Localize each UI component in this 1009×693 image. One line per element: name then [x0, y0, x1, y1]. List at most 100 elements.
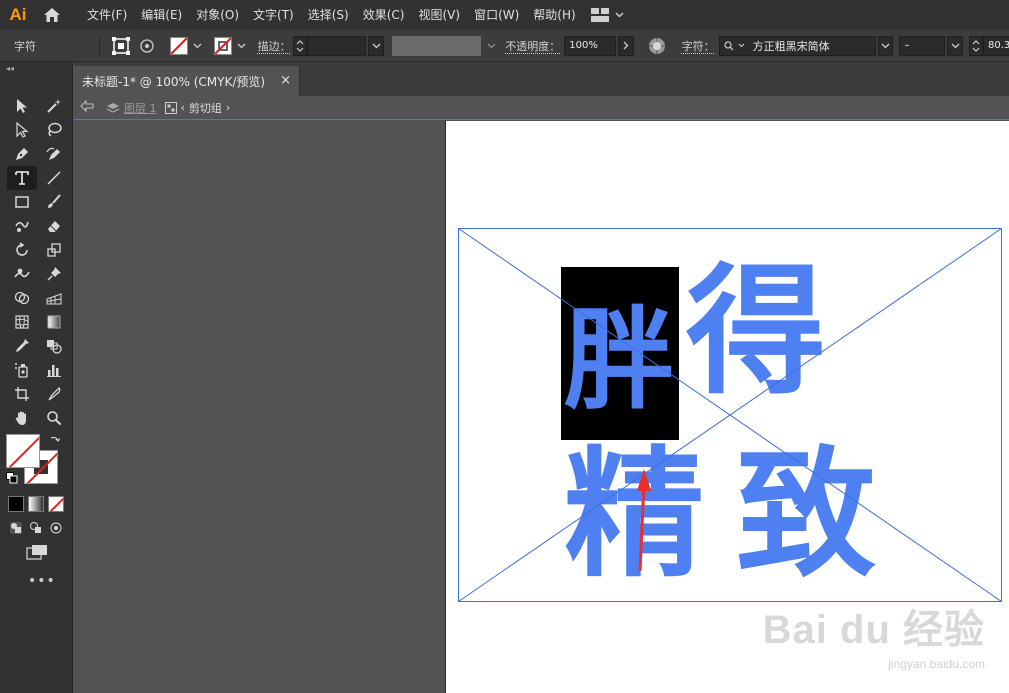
paintbrush-icon — [46, 194, 62, 210]
selection-tool[interactable] — [7, 94, 37, 118]
document-tab[interactable]: 未标题-1* @ 100% (CMYK/预览) × — [74, 66, 300, 96]
font-family-dropdown[interactable] — [878, 36, 894, 56]
canvas-area[interactable]: 胖 得 精 致 Bai du 经验 jingyan.baidu.com — [74, 121, 1009, 693]
menu-file[interactable]: 文件(F) — [80, 0, 134, 30]
draw-normal-button[interactable] — [8, 520, 24, 536]
blend-tool[interactable] — [39, 334, 69, 358]
opacity-input[interactable]: 100% — [564, 36, 616, 56]
font-size-stepper[interactable] — [969, 36, 983, 56]
stroke-weight-input[interactable] — [307, 36, 367, 56]
font-style-input[interactable]: – — [899, 36, 945, 56]
swap-arrows-icon — [50, 435, 60, 445]
menu-edit[interactable]: 编辑(E) — [134, 0, 189, 30]
home-button[interactable] — [36, 0, 68, 30]
eraser-icon — [46, 218, 62, 234]
eraser-tool[interactable] — [39, 214, 69, 238]
stroke-weight-stepper[interactable] — [293, 36, 307, 56]
menu-select[interactable]: 选择(S) — [301, 0, 356, 30]
profile-dropdown[interactable] — [485, 43, 497, 49]
document-tab-title: 未标题-1* @ 100% (CMYK/预览) — [82, 73, 265, 90]
font-style-dropdown[interactable] — [947, 36, 963, 56]
magic-wand-tool[interactable] — [39, 94, 69, 118]
puppet-warp-tool[interactable] — [39, 262, 69, 286]
bar-graph-icon — [46, 362, 62, 378]
opacity-flyout-button[interactable] — [618, 36, 634, 56]
font-size-input[interactable]: 80.3 — [983, 36, 1009, 56]
paintbrush-tool[interactable] — [39, 190, 69, 214]
recolor-artwork-button[interactable] — [646, 35, 668, 57]
home-icon — [43, 7, 61, 23]
fill-dropdown[interactable] — [192, 43, 204, 49]
warp-tool[interactable] — [7, 262, 37, 286]
stroke-label[interactable]: 描边： — [258, 38, 291, 54]
transform-anchor-button[interactable] — [110, 35, 132, 57]
edit-toolbar-button[interactable]: ••• — [28, 573, 72, 589]
breadcrumb-clip-group[interactable]: ‹ 剪切组 › — [165, 100, 231, 116]
line-segment-tool[interactable] — [39, 166, 69, 190]
stroke-color-button[interactable] — [212, 35, 234, 57]
artboard[interactable]: 胖 得 精 致 Bai du 经验 jingyan.baidu.com — [445, 121, 1009, 693]
shaper-tool[interactable] — [7, 214, 37, 238]
symbol-sprayer-tool[interactable] — [7, 358, 37, 382]
shaper-icon — [14, 218, 30, 234]
menu-view[interactable]: 视图(V) — [411, 0, 467, 30]
perspective-grid-tool[interactable] — [39, 286, 69, 310]
color-mode-button[interactable] — [8, 496, 24, 512]
workspace-grid-icon — [591, 8, 609, 22]
collapse-panel-button[interactable]: ◂◂ — [0, 62, 72, 76]
none-mode-button[interactable] — [48, 496, 64, 512]
eyedropper-tool[interactable] — [7, 334, 37, 358]
column-graph-tool[interactable] — [39, 358, 69, 382]
type-tool[interactable] — [7, 166, 37, 190]
no-stroke-swatch-icon — [214, 37, 232, 55]
recolor-button[interactable] — [136, 35, 158, 57]
color-wheel-icon — [648, 37, 666, 55]
document-tab-bar: 未标题-1* @ 100% (CMYK/预览) × — [74, 62, 1009, 96]
arrow-left-icon — [80, 100, 94, 112]
breadcrumb-layer[interactable]: 图层 1 — [106, 100, 157, 116]
layers-icon — [106, 102, 120, 114]
scale-tool[interactable] — [39, 238, 69, 262]
default-fill-stroke-button[interactable] — [6, 472, 18, 487]
menu-help[interactable]: 帮助(H) — [526, 0, 582, 30]
stroke-dropdown[interactable] — [236, 43, 248, 49]
lasso-tool[interactable] — [39, 118, 69, 142]
draw-inside-icon — [49, 521, 63, 535]
direct-selection-tool[interactable] — [7, 118, 37, 142]
curvature-tool[interactable] — [39, 142, 69, 166]
draw-inside-button[interactable] — [48, 520, 64, 536]
screen-mode-button[interactable] — [26, 544, 72, 563]
rectangle-tool[interactable] — [7, 190, 37, 214]
back-button[interactable] — [80, 100, 94, 115]
workspace-switcher[interactable] — [591, 8, 624, 22]
rotate-tool[interactable] — [7, 238, 37, 262]
menu-object[interactable]: 对象(O) — [189, 0, 246, 30]
hand-tool[interactable] — [7, 406, 37, 430]
font-family-input[interactable]: 方正粗黑宋简体 — [719, 36, 876, 56]
variable-width-profile[interactable] — [392, 36, 481, 56]
stroke-weight-dropdown[interactable] — [368, 36, 384, 56]
gradient-tool[interactable] — [39, 310, 69, 334]
chevron-down-icon — [487, 43, 496, 49]
swap-fill-stroke-button[interactable] — [50, 434, 60, 448]
close-tab-button[interactable]: × — [280, 73, 291, 88]
menu-type[interactable]: 文字(T) — [246, 0, 301, 30]
draw-behind-button[interactable] — [28, 520, 44, 536]
isolation-breadcrumb: 图层 1 ‹ 剪切组 › — [74, 96, 1009, 120]
gradient-mode-button[interactable] — [28, 496, 44, 512]
warp-icon — [14, 266, 30, 282]
menu-window[interactable]: 窗口(W) — [467, 0, 526, 30]
mesh-tool[interactable] — [7, 310, 37, 334]
pen-tool[interactable] — [7, 142, 37, 166]
opacity-label[interactable]: 不透明度： — [505, 38, 560, 54]
mesh-icon — [14, 314, 30, 330]
artboard-tool[interactable] — [7, 382, 37, 406]
character-label[interactable]: 字符： — [682, 38, 715, 54]
shape-builder-tool[interactable] — [7, 286, 37, 310]
fill-swatch[interactable] — [6, 434, 40, 468]
slice-tool[interactable] — [39, 382, 69, 406]
chevron-down-icon — [615, 12, 624, 18]
fill-color-button[interactable] — [168, 35, 190, 57]
zoom-tool[interactable] — [39, 406, 69, 430]
menu-effect[interactable]: 效果(C) — [356, 0, 412, 30]
